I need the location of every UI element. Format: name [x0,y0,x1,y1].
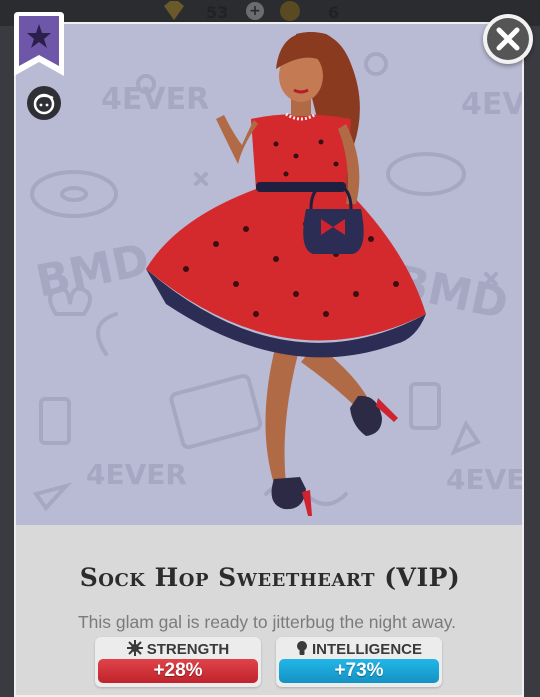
add-currency-button[interactable]: + [246,2,264,20]
strength-label-text: STRENGTH [146,641,230,658]
item-detail-modal: 4EVER 4EVER 4EVER 4EVER BMD BMD [14,22,524,697]
face-icon [33,93,55,115]
coin-count: 6 [328,3,340,22]
avatar-preview-button[interactable] [27,86,61,120]
item-description: This glam gal is ready to jitterbug the … [77,612,457,632]
strength-label: STRENGTH [95,640,261,658]
intelligence-label-text: INTELLIGENCE [311,641,422,658]
gem-icon [164,1,184,20]
lightbulb-icon [296,641,307,655]
intelligence-label: INTELLIGENCE [276,640,442,658]
bg-text-4ever: 4EVER [446,463,522,496]
gem-count: 53 [206,3,229,22]
close-icon [487,18,529,60]
coin-icon [280,1,300,21]
close-button[interactable] [483,14,533,64]
item-title: Sock Hop Sweetheart (VIP) [79,563,461,592]
intelligence-stat: INTELLIGENCE +73% [276,637,442,687]
vip-bookmark-icon [14,12,64,76]
strength-value: +28% [98,659,258,683]
character-illustration [146,32,426,516]
strength-stat: STRENGTH +28% [95,637,261,687]
bg-text-4ever: 4EVER [461,87,522,122]
sun-icon [126,640,143,656]
character-artwork-panel: 4EVER 4EVER 4EVER 4EVER BMD BMD [16,24,522,525]
intelligence-value: +73% [279,659,439,683]
